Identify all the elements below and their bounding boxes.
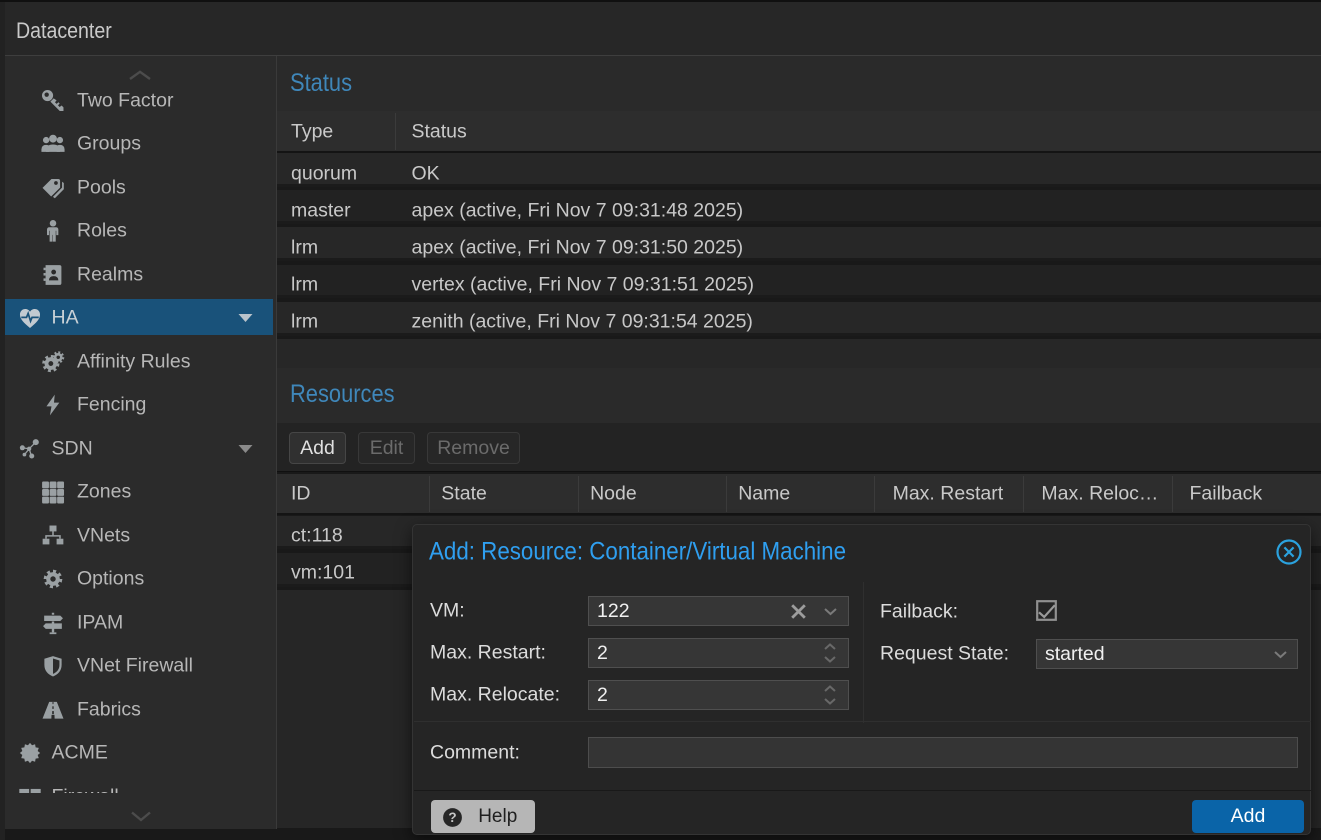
svg-text:?: ? <box>448 810 456 825</box>
